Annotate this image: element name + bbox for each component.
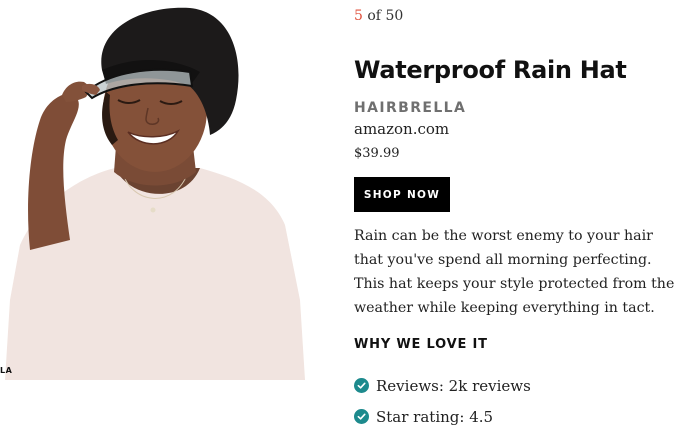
product-price: $39.99: [354, 146, 400, 161]
product-brand: HAIRBRELLA: [354, 100, 467, 116]
gallery-counter: 5 of 50: [354, 8, 403, 24]
product-description: Rain can be the worst enemy to your hair…: [354, 228, 675, 316]
feature-item: Reviews: 2k reviews: [354, 370, 531, 401]
feature-item: Star rating: 4.5: [354, 401, 531, 432]
why-we-love-it-heading: WHY WE LOVE IT: [354, 337, 488, 352]
shop-now-button[interactable]: SHOP NOW: [354, 177, 450, 212]
feature-text: Star rating: 4.5: [376, 407, 494, 426]
check-circle-icon: [354, 378, 369, 393]
feature-list: Reviews: 2k reviews Star rating: 4.5: [354, 370, 531, 432]
product-title: Waterproof Rain Hat: [354, 56, 627, 84]
gallery-separator: of: [362, 8, 386, 24]
product-store: amazon.com: [354, 120, 450, 138]
gallery-current-index: 5: [354, 8, 363, 24]
model-wearing-rain-hat-illustration: [5, 7, 305, 380]
product-image: LA: [0, 0, 337, 380]
feature-text: Reviews: 2k reviews: [376, 376, 531, 395]
photo-credit: LA: [0, 366, 13, 375]
gallery-total: 50: [385, 8, 404, 24]
check-circle-icon: [354, 409, 369, 424]
